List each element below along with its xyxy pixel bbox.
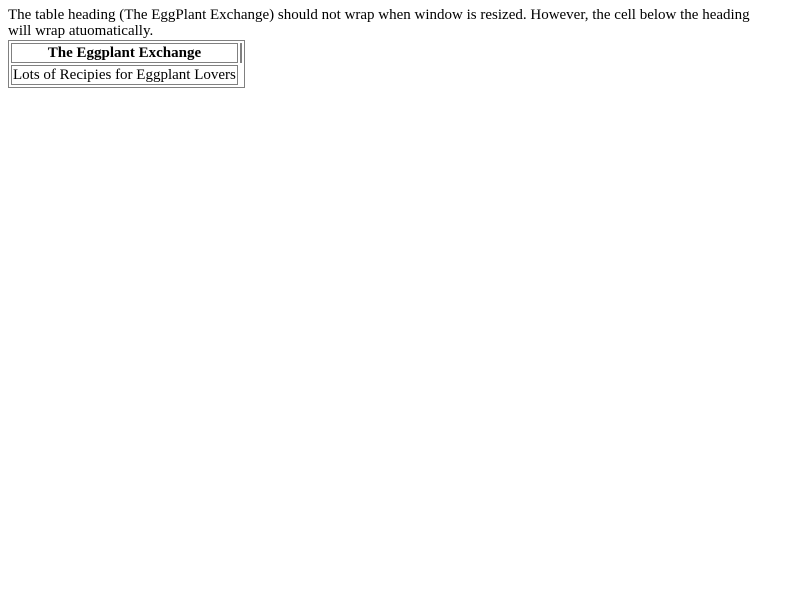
eggplant-table: The Eggplant Exchange Lots of Recipies f… [8,40,245,88]
table-row: Lots of Recipies for Eggplant Lovers [11,65,242,85]
table-header-row: The Eggplant Exchange [11,43,242,63]
table-cell: Lots of Recipies for Eggplant Lovers [11,65,238,85]
table-heading: The Eggplant Exchange [11,43,238,63]
empty-header-cell [239,43,242,63]
page: The table heading (The EggPlant Exchange… [0,0,800,88]
intro-paragraph: The table heading (The EggPlant Exchange… [8,7,750,39]
